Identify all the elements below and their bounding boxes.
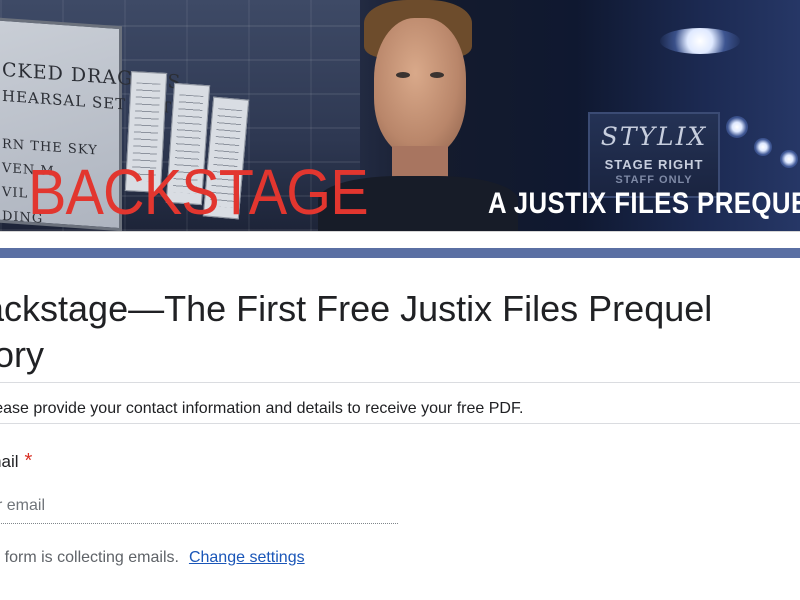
form-description: Please provide your contact information … xyxy=(0,400,524,417)
email-question-label: Email * xyxy=(0,449,32,474)
email-input[interactable] xyxy=(0,492,398,524)
character-face xyxy=(374,18,466,156)
question-title: Email xyxy=(0,452,19,471)
stage-light xyxy=(726,116,748,138)
collection-note-text: This form is collecting emails. xyxy=(0,549,179,566)
required-asterisk: * xyxy=(24,450,33,472)
theme-accent-bar xyxy=(0,248,800,258)
banner-divider xyxy=(0,231,800,248)
stage-light xyxy=(660,28,740,54)
banner-subtitle: A JUSTIX FILES PREQUEL xyxy=(488,187,800,220)
character-eye xyxy=(430,72,444,78)
character-eye xyxy=(396,72,410,78)
sign-title: STYLIX xyxy=(600,122,708,151)
header-banner-image: CKED DRAGONS HEARSAL SET LIST RN THE SKY… xyxy=(0,0,800,231)
sign-line: STAGE RIGHT xyxy=(604,157,704,172)
change-settings-link[interactable]: Change settings xyxy=(189,549,305,566)
stage-light xyxy=(754,138,772,156)
sign-line: STAFF ONLY xyxy=(615,174,693,186)
stage-light xyxy=(780,150,798,168)
banner-title: BACKSTAGE xyxy=(28,156,369,228)
form-title: Backstage—The First Free Justix Files Pr… xyxy=(0,288,713,375)
divider xyxy=(0,423,800,424)
divider xyxy=(0,382,800,383)
email-collection-note: This form is collecting emails. Change se… xyxy=(0,546,305,570)
